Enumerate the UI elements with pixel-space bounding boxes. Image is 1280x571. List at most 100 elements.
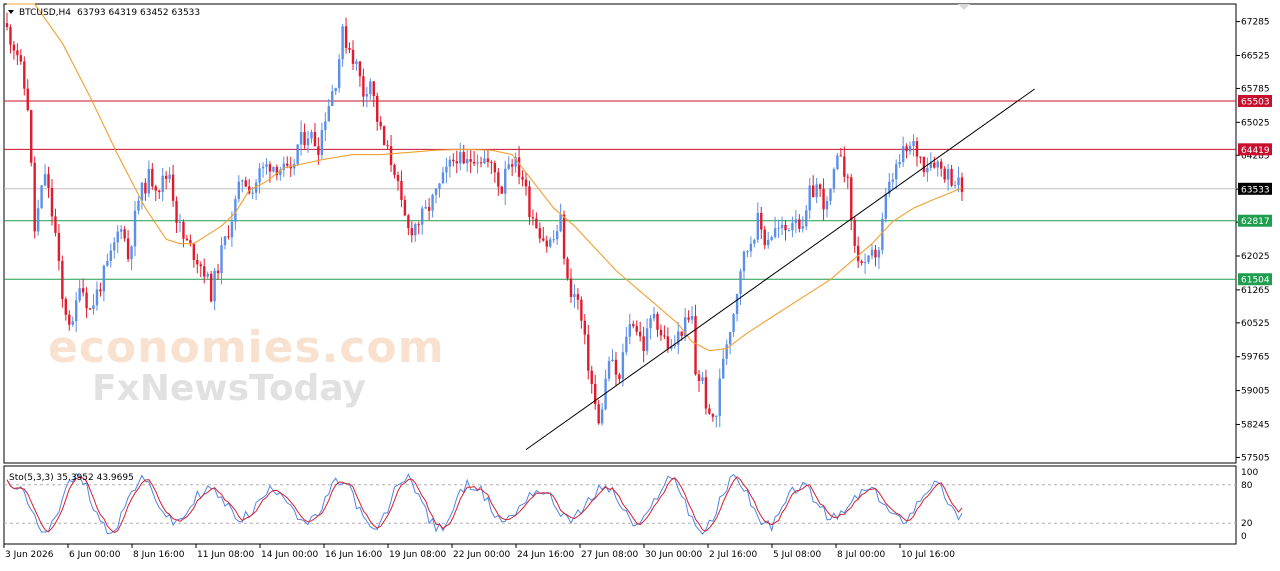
candle-body	[462, 152, 465, 164]
candle-body	[33, 162, 36, 232]
candle-body	[23, 61, 26, 89]
candle-body	[953, 185, 957, 187]
candle-body	[933, 162, 936, 168]
candle-body	[756, 212, 760, 240]
candle-body	[877, 250, 881, 258]
chart-header: BTCUSD,H4 63793 64319 63452 63533	[8, 8, 200, 18]
candle-body	[16, 50, 19, 56]
candle-body	[497, 172, 500, 187]
candle-body	[659, 329, 663, 336]
candle-body	[770, 236, 773, 240]
candle-body	[870, 249, 874, 256]
candle-body	[396, 174, 400, 181]
price-chart[interactable]: economies.com FxNewsToday 67285 66525 6578…	[0, 0, 1280, 567]
candle-body	[753, 239, 756, 244]
candle-body	[376, 95, 379, 122]
candle-body	[26, 88, 29, 111]
candle-body	[742, 251, 746, 272]
date-tick-label: 19 Jun 08:00	[389, 550, 446, 560]
candle-body	[434, 188, 438, 195]
candle-body	[386, 145, 389, 147]
candle-body	[549, 239, 552, 247]
candle-body	[286, 163, 289, 166]
candle-body	[808, 185, 811, 211]
candle-body	[154, 186, 157, 191]
candle-body	[448, 159, 452, 167]
candle-body	[822, 188, 825, 210]
candle-body	[905, 146, 908, 152]
candle-body	[645, 328, 649, 351]
candle-body	[400, 180, 403, 200]
candle-body	[680, 331, 683, 336]
candle-body	[583, 320, 587, 335]
candle-body	[715, 415, 718, 417]
candle-body	[344, 26, 348, 48]
candle-body	[652, 313, 656, 319]
candle-body	[884, 194, 888, 219]
candle-body	[54, 216, 57, 233]
candle-body	[185, 238, 189, 241]
candle-body	[334, 87, 337, 92]
candle-body	[126, 238, 130, 260]
candle-body	[566, 258, 569, 279]
candle-body	[296, 144, 299, 164]
candle-body	[950, 169, 953, 186]
candle-body	[109, 250, 112, 261]
candle-body	[704, 377, 708, 409]
candle-body	[178, 221, 182, 223]
price-tick-label: 58245	[1241, 420, 1270, 430]
candle-body	[216, 270, 220, 274]
date-tick-label: 11 Jun 08:00	[197, 550, 254, 560]
candle-body	[600, 409, 604, 424]
candle-body	[794, 219, 798, 223]
date-tick-label: 30 Jun 00:00	[645, 550, 702, 560]
candle-body	[728, 332, 732, 345]
candle-body	[690, 316, 694, 320]
candle-body	[12, 44, 16, 51]
candle-body	[102, 265, 106, 292]
candle-body	[303, 132, 306, 146]
candle-body	[531, 217, 535, 219]
candle-body	[64, 299, 68, 315]
candle-body	[123, 229, 126, 239]
date-tick-label: 3 Jun 2026	[5, 550, 54, 560]
candle-body	[158, 190, 161, 193]
candle-body	[580, 299, 583, 321]
stoch-tick-label: 100	[1241, 468, 1258, 478]
candle-body	[614, 359, 618, 375]
chart-canvas[interactable]: economies.com FxNewsToday 67285 66525 6578…	[0, 0, 1280, 567]
candle-body	[801, 226, 804, 229]
candle-body	[358, 61, 362, 77]
candle-body	[763, 229, 766, 246]
date-tick-label: 6 Jun 00:00	[69, 550, 121, 560]
candle-body	[895, 164, 898, 180]
stoch-tick-label: 0	[1241, 532, 1247, 542]
stoch-tick-label: 80	[1241, 481, 1253, 491]
candle-body	[642, 336, 645, 351]
candle-body	[81, 288, 85, 293]
candle-body	[597, 404, 600, 424]
candle-body	[625, 336, 628, 353]
candle-body	[846, 176, 849, 178]
candle-body	[220, 245, 223, 274]
candle-body	[241, 180, 244, 182]
candle-body	[694, 316, 697, 375]
candle-body	[836, 155, 839, 170]
candle-body	[410, 228, 414, 236]
candle-body	[95, 289, 99, 306]
candle-body	[936, 161, 939, 168]
candle-body	[479, 162, 483, 164]
candle-body	[424, 206, 427, 209]
candle-body	[773, 228, 777, 237]
candle-body	[362, 76, 365, 97]
candle-body	[798, 219, 801, 229]
candle-body	[372, 81, 375, 96]
candle-body	[431, 194, 434, 211]
candle-body	[99, 289, 102, 292]
candle-body	[960, 177, 964, 193]
candle-body	[856, 245, 860, 262]
candle-body	[310, 131, 313, 139]
candle-body	[306, 138, 310, 146]
candle-body	[504, 168, 507, 194]
candle-body	[576, 294, 580, 300]
